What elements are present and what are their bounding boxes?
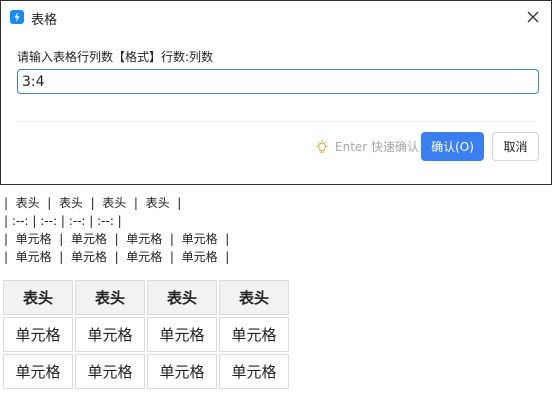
row-col-input[interactable] <box>17 69 539 94</box>
table-row: 单元格 单元格 单元格 单元格 <box>3 354 289 389</box>
table-header-cell: 表头 <box>219 280 289 315</box>
enter-hint: Enter 快速确认 <box>314 138 419 155</box>
table-header-row: 表头 表头 表头 表头 <box>3 280 289 315</box>
confirm-button[interactable]: 确认(O) <box>421 132 484 161</box>
divider <box>17 121 535 122</box>
table-cell: 单元格 <box>147 354 217 389</box>
table-row: 单元格 单元格 单元格 单元格 <box>3 317 289 352</box>
table-cell: 单元格 <box>75 317 145 352</box>
table-cell: 单元格 <box>75 354 145 389</box>
table-cell: 单元格 <box>3 354 73 389</box>
table-dialog: 表格 请输入表格行列数【格式】行数:列数 Enter 快速确认 确认(O) 取消 <box>0 0 552 185</box>
table-cell: 单元格 <box>219 317 289 352</box>
markdown-line: | 单元格 | 单元格 | 单元格 | 单元格 | <box>4 250 230 264</box>
dialog-titlebar: 表格 <box>1 1 551 33</box>
dialog-title: 表格 <box>31 13 58 28</box>
hint-text: Enter 快速确认 <box>335 140 420 154</box>
close-button[interactable] <box>523 7 543 27</box>
markdown-line: | 表头 | 表头 | 表头 | 表头 | <box>4 196 182 210</box>
table-cell: 单元格 <box>219 354 289 389</box>
markdown-line: | :--: | :--: | :--: | :--: | <box>4 214 122 228</box>
app-logo-icon <box>10 10 24 24</box>
markdown-source: | 表头 | 表头 | 表头 | 表头 | | :--: | :--: | :-… <box>4 194 229 266</box>
table-cell: 单元格 <box>3 317 73 352</box>
cancel-button[interactable]: 取消 <box>492 132 539 161</box>
rendered-table: 表头 表头 表头 表头 单元格 单元格 单元格 单元格 单元格 单元格 单元格 … <box>1 278 291 391</box>
markdown-line: | 单元格 | 单元格 | 单元格 | 单元格 | <box>4 232 230 246</box>
table-header-cell: 表头 <box>75 280 145 315</box>
table-header-cell: 表头 <box>147 280 217 315</box>
table-cell: 单元格 <box>147 317 217 352</box>
close-icon <box>527 11 539 23</box>
table-header-cell: 表头 <box>3 280 73 315</box>
lightbulb-icon <box>316 139 328 153</box>
prompt-label: 请输入表格行列数【格式】行数:列数 <box>17 50 214 64</box>
